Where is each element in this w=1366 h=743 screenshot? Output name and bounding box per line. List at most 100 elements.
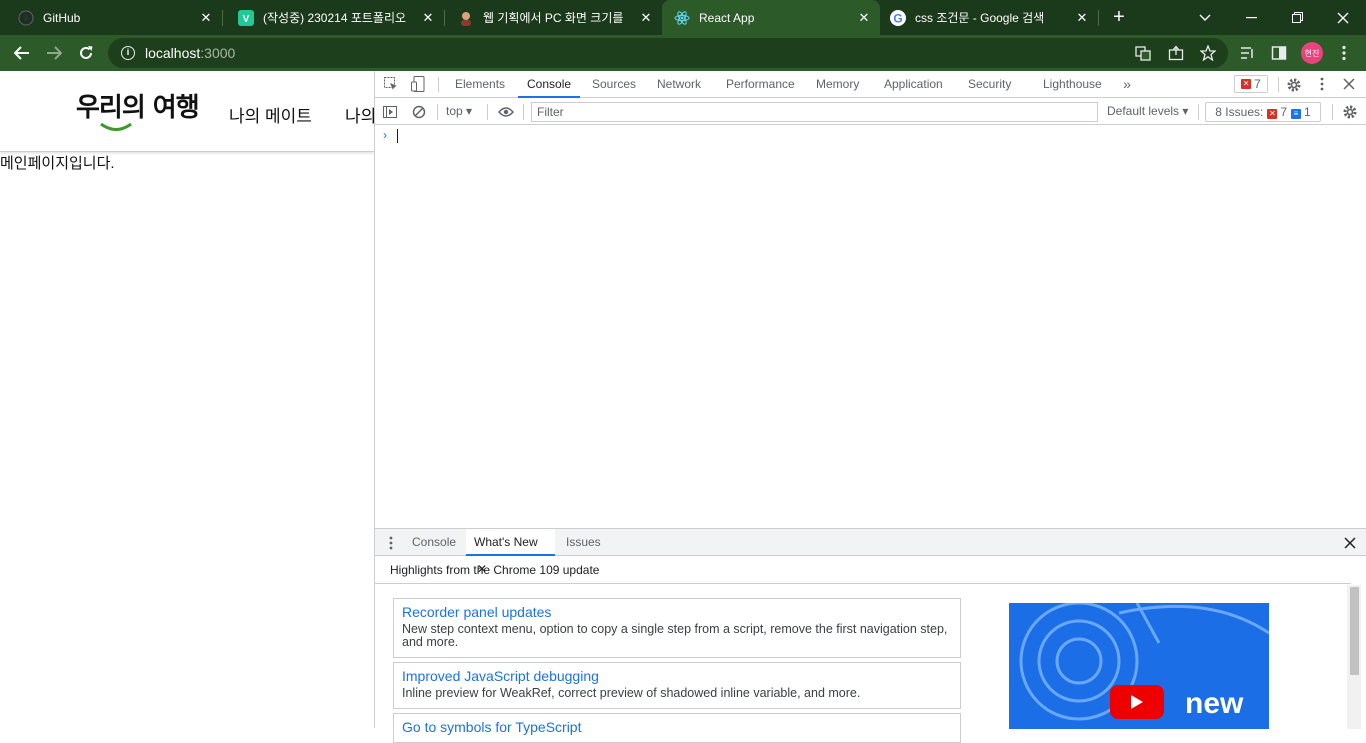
site-logo[interactable]: 우리의 여행 [76,87,200,131]
feature-card-title[interactable]: Improved JavaScript debugging [402,667,952,685]
reading-list-icon[interactable] [1237,42,1259,64]
console-settings-gear-icon[interactable] [1341,103,1359,121]
devtools-tab-bar: Elements Console Sources Network Perform… [375,71,1366,98]
feature-card[interactable]: Improved JavaScript debugging Inline pre… [393,662,961,709]
feature-card[interactable]: Go to symbols for TypeScript [393,713,961,743]
drawer-scrollbar[interactable] [1347,585,1361,729]
feature-card-title[interactable]: Recorder panel updates [402,603,952,621]
show-sidebar-icon[interactable] [382,104,398,120]
close-devtools-icon[interactable] [1341,76,1357,92]
log-levels-dropdown[interactable]: Default levels ▾ [1107,104,1188,118]
drawer-tab-console[interactable]: Console [412,529,456,556]
issues-label: 8 Issues: [1215,105,1264,119]
reload-icon[interactable] [73,40,99,66]
close-tab-icon[interactable]: ✕ [418,10,438,26]
close-tab-icon[interactable]: ✕ [196,10,216,26]
context-selector[interactable]: top ▾ [446,104,472,118]
browser-tab-github[interactable]: GitHub ✕ [0,0,222,35]
more-menu-icon[interactable] [1333,42,1355,64]
close-tab-icon[interactable]: ✕ [1072,10,1092,26]
whats-new-video-thumbnail[interactable]: new [1009,603,1269,729]
inspect-element-icon[interactable] [383,76,399,92]
issue-error-icon: ✕ [1267,109,1278,119]
minimize-button[interactable] [1228,0,1274,35]
console-toolbar: top ▾ Filter Default levels ▾ 8 Issues: … [375,99,1366,125]
github-icon [18,10,34,26]
more-tabs-chevron-icon[interactable]: » [1120,76,1134,92]
device-toolbar-icon[interactable] [410,76,426,92]
new-tab-button[interactable]: + [1108,6,1130,28]
feature-card[interactable]: Recorder panel updates New step context … [393,598,961,658]
scrollbar-thumb[interactable] [1350,587,1359,675]
divider [438,77,439,92]
clear-console-icon[interactable] [411,104,427,120]
logo-text: 우리의 여행 [76,93,200,123]
tab-title: GitHub [43,10,81,25]
devtools-tab-network[interactable]: Network [657,71,701,98]
address-bar[interactable]: i localhost:3000 [108,38,1228,68]
devtools-tab-performance[interactable]: Performance [726,71,795,98]
close-tab-icon[interactable]: ✕ [636,10,656,26]
site-info-icon[interactable]: i [121,46,135,60]
drawer-tab-issues[interactable]: Issues [566,529,601,556]
devtools-menu-icon[interactable] [1314,76,1330,92]
divider [375,583,1351,584]
feature-card-title[interactable]: Go to symbols for TypeScript [402,718,952,736]
back-arrow-icon[interactable] [9,40,35,66]
close-drawer-icon[interactable] [1342,535,1358,551]
devtools-tab-lighthouse[interactable]: Lighthouse [1043,71,1102,98]
error-count: 7 [1254,77,1261,91]
browser-tab-portfolio[interactable]: V (작성중) 230214 포트폴리오 ✕ [220,0,444,35]
devtools-tab-console[interactable]: Console [518,71,581,98]
error-count-badge[interactable]: ✕ 7 [1234,75,1268,93]
tab-separator [1098,10,1099,26]
main-content-text: 메인페이지입니다. [0,155,115,172]
bookmark-star-icon[interactable] [1197,42,1219,64]
nav-my[interactable]: 나의 [345,102,374,127]
tab-title: (작성중) 230214 포트폴리오 [263,11,407,25]
logo-arc-icon [100,123,132,131]
nav-my-mate[interactable]: 나의 메이트 [229,102,312,127]
share-icon[interactable] [1165,42,1187,64]
devtools-tab-sources[interactable]: Sources [592,71,636,98]
levels-label: Default levels [1107,104,1180,118]
settings-gear-icon[interactable] [1285,76,1303,94]
translate-icon[interactable] [1132,42,1154,64]
issues-button[interactable]: 8 Issues: ✕ 7 ≡ 1 [1205,102,1321,122]
live-expression-eye-icon[interactable] [497,104,515,120]
whats-new-heading: Highlights from the Chrome 109 update [390,563,600,577]
tab-search-icon[interactable] [1182,0,1228,35]
devtools-tab-application[interactable]: Application [884,71,943,98]
close-tab-icon[interactable]: ✕ [854,10,874,26]
close-window-button[interactable] [1320,0,1366,35]
url-host: localhost [145,45,201,61]
console-filter-input[interactable]: Filter [531,102,1098,122]
tab-title: React App [699,10,755,25]
velog-icon: V [238,9,254,26]
drawer-tab-bar: Console What's New ✕ Issues [375,529,1366,576]
profile-avatar[interactable]: 현진 [1301,42,1323,64]
svg-text:G: G [893,11,902,25]
devtools-tab-elements[interactable]: Elements [455,71,505,98]
browser-toolbar: i localhost:3000 [0,35,1366,71]
youtube-play-icon[interactable] [1110,685,1164,719]
devtools-tab-memory[interactable]: Memory [816,71,859,98]
drawer-tab-whats-new[interactable]: What's New ✕ [466,529,555,576]
side-panel-icon[interactable] [1268,42,1290,64]
devtools-tab-security[interactable]: Security [968,71,1011,98]
restore-button[interactable] [1274,0,1320,35]
drawer-menu-icon[interactable] [387,535,395,551]
google-icon: G [890,9,906,26]
promo-text: new [1185,687,1244,720]
tab-title: css 조건문 - Google 검색 [915,11,1045,25]
console-output[interactable]: › [375,126,1366,527]
browser-tab-react-app[interactable]: React App ✕ [662,0,880,35]
browser-tab-google-search[interactable]: G css 조건문 - Google 검색 ✕ [880,0,1098,35]
browser-tab-web-planning[interactable]: 웹 기획에서 PC 화면 크기를 ✕ [440,0,662,35]
divider [487,104,488,120]
devtools-panel: Elements Console Sources Network Perform… [375,71,1366,743]
forward-arrow-icon[interactable] [41,40,67,66]
divider [1198,104,1199,120]
issue-info-icon: ≡ [1291,109,1302,119]
feature-card-description: Inline preview for WeakRef, correct prev… [402,686,861,700]
